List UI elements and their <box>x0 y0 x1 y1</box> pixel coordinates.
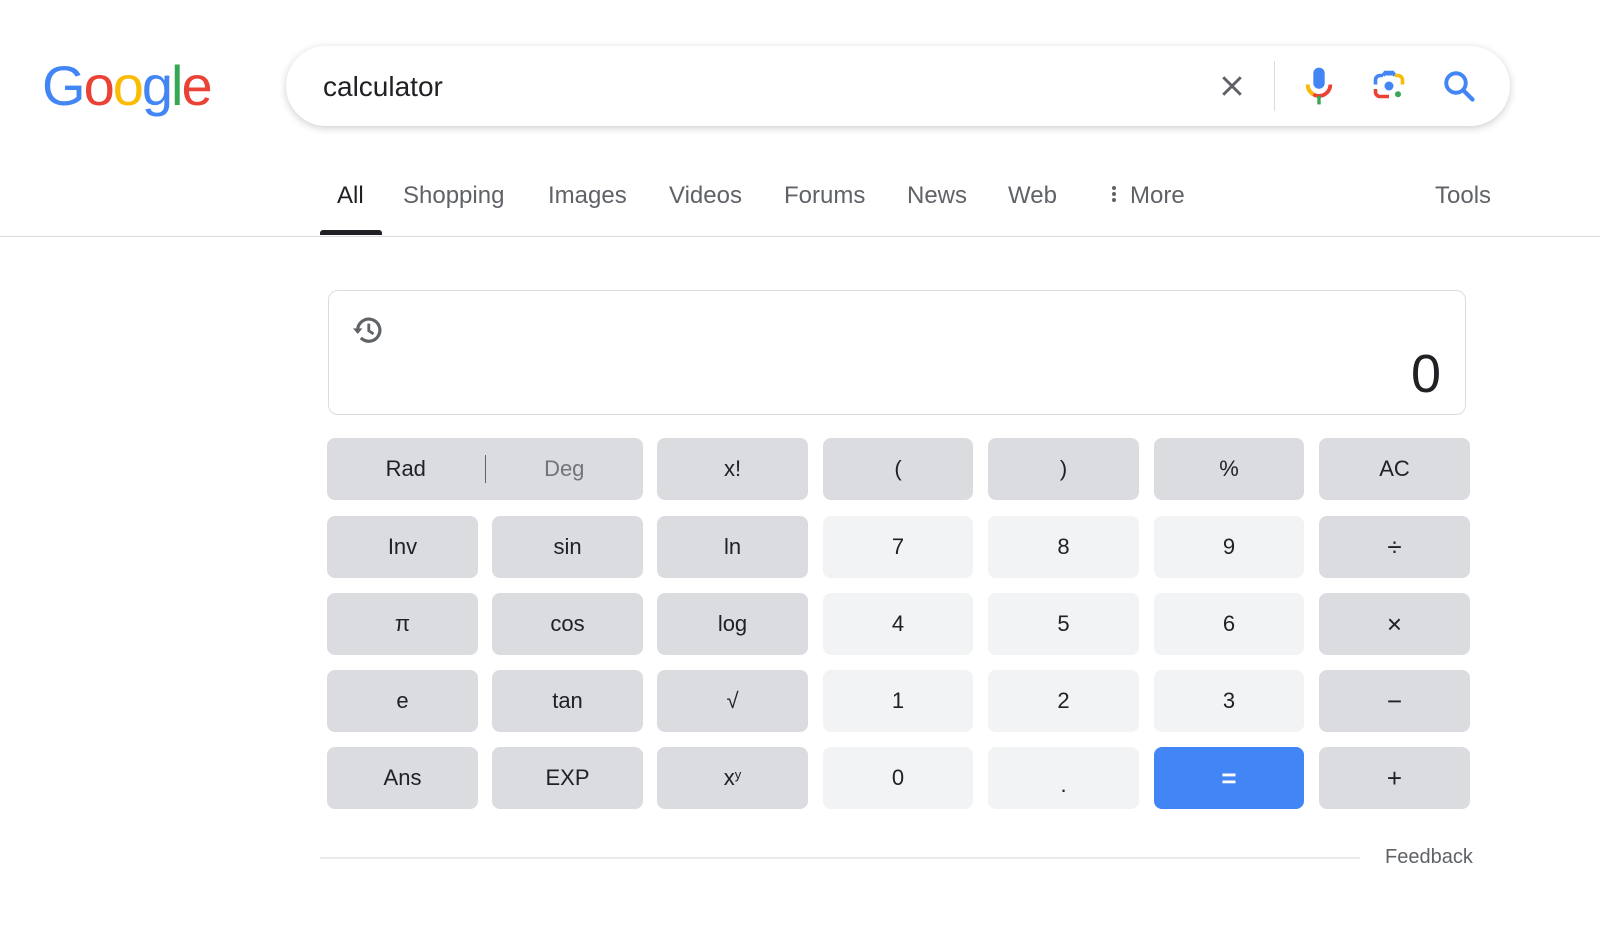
key-2[interactable]: 2 <box>988 670 1139 732</box>
tab-shopping[interactable]: Shopping <box>403 182 504 210</box>
key-add[interactable]: + <box>1319 747 1470 809</box>
display-value: 0 <box>1410 344 1441 404</box>
tab-images[interactable]: Images <box>548 182 627 210</box>
search-input[interactable] <box>321 66 1185 108</box>
key-open-paren[interactable]: ( <box>823 438 973 500</box>
key-all-clear[interactable]: AC <box>1319 438 1470 500</box>
key-exp[interactable]: EXP <box>492 747 643 809</box>
key-equals[interactable]: = <box>1154 747 1304 809</box>
logo-letter: o <box>112 54 144 117</box>
history-icon <box>352 317 382 343</box>
calculator-bottom-divider <box>320 857 1360 859</box>
deg-button[interactable]: Deg <box>486 456 644 482</box>
key-inverse[interactable]: Inv <box>327 516 478 578</box>
search-icon <box>1444 71 1475 102</box>
key-1[interactable]: 1 <box>823 670 973 732</box>
logo-letter: l <box>171 54 184 117</box>
tab-all[interactable]: All <box>337 182 364 210</box>
key-multiply[interactable]: × <box>1319 593 1470 655</box>
feedback-link[interactable]: Feedback <box>1385 846 1473 869</box>
calculator-display: 0 <box>328 290 1466 415</box>
key-3[interactable]: 3 <box>1154 670 1304 732</box>
key-factorial[interactable]: x! <box>657 438 808 500</box>
key-5[interactable]: 5 <box>988 593 1139 655</box>
key-4[interactable]: 4 <box>823 593 973 655</box>
key-6[interactable]: 6 <box>1154 593 1304 655</box>
tab-news[interactable]: News <box>907 182 967 210</box>
key-answer[interactable]: Ans <box>327 747 478 809</box>
tools-button[interactable]: Tools <box>1435 182 1491 210</box>
key-pi[interactable]: π <box>327 593 478 655</box>
lens-search-button[interactable] <box>1369 66 1409 106</box>
key-9[interactable]: 9 <box>1154 516 1304 578</box>
tab-videos[interactable]: Videos <box>669 182 742 210</box>
close-icon <box>1222 76 1242 96</box>
key-euler[interactable]: e <box>327 670 478 732</box>
rad-button[interactable]: Rad <box>327 456 485 482</box>
key-8[interactable]: 8 <box>988 516 1139 578</box>
key-cos[interactable]: cos <box>492 593 643 655</box>
key-divide[interactable]: ÷ <box>1319 516 1470 578</box>
history-button[interactable] <box>349 311 387 349</box>
key-ln[interactable]: ln <box>657 516 808 578</box>
voice-search-button[interactable] <box>1299 66 1339 106</box>
key-7[interactable]: 7 <box>823 516 973 578</box>
logo-letter: o <box>83 54 115 117</box>
search-divider <box>1274 61 1275 111</box>
key-close-paren[interactable]: ) <box>988 438 1139 500</box>
key-tan[interactable]: tan <box>492 670 643 732</box>
active-tab-indicator <box>320 230 382 235</box>
key-sqrt[interactable]: √ <box>657 670 808 732</box>
key-log[interactable]: log <box>657 593 808 655</box>
logo-letter: e <box>181 54 212 117</box>
key-percent[interactable]: % <box>1154 438 1304 500</box>
key-power-exponent: y <box>734 766 742 782</box>
rad-deg-toggle[interactable]: Rad Deg <box>327 438 643 500</box>
key-decimal[interactable]: . <box>988 747 1139 809</box>
tab-forums[interactable]: Forums <box>784 182 865 210</box>
tab-web[interactable]: Web <box>1008 182 1057 210</box>
key-power[interactable]: xy <box>657 747 808 809</box>
logo-letter: g <box>141 54 173 117</box>
clear-search-button[interactable] <box>1212 66 1252 106</box>
microphone-icon <box>1305 67 1333 105</box>
more-vert-icon <box>1112 184 1116 204</box>
google-lens-icon <box>1373 70 1405 99</box>
search-submit-button[interactable] <box>1439 66 1479 106</box>
logo-letter: G <box>42 54 86 117</box>
key-subtract[interactable]: − <box>1319 670 1470 732</box>
key-sin[interactable]: sin <box>492 516 643 578</box>
tab-more[interactable]: More <box>1112 182 1185 210</box>
google-logo[interactable]: Google <box>42 54 213 117</box>
key-0[interactable]: 0 <box>823 747 973 809</box>
search-box <box>286 46 1510 126</box>
key-power-base: x <box>723 765 735 790</box>
search-tabs: All Shopping Images Videos Forums News W… <box>0 160 1600 237</box>
tab-more-label: More <box>1130 182 1185 209</box>
